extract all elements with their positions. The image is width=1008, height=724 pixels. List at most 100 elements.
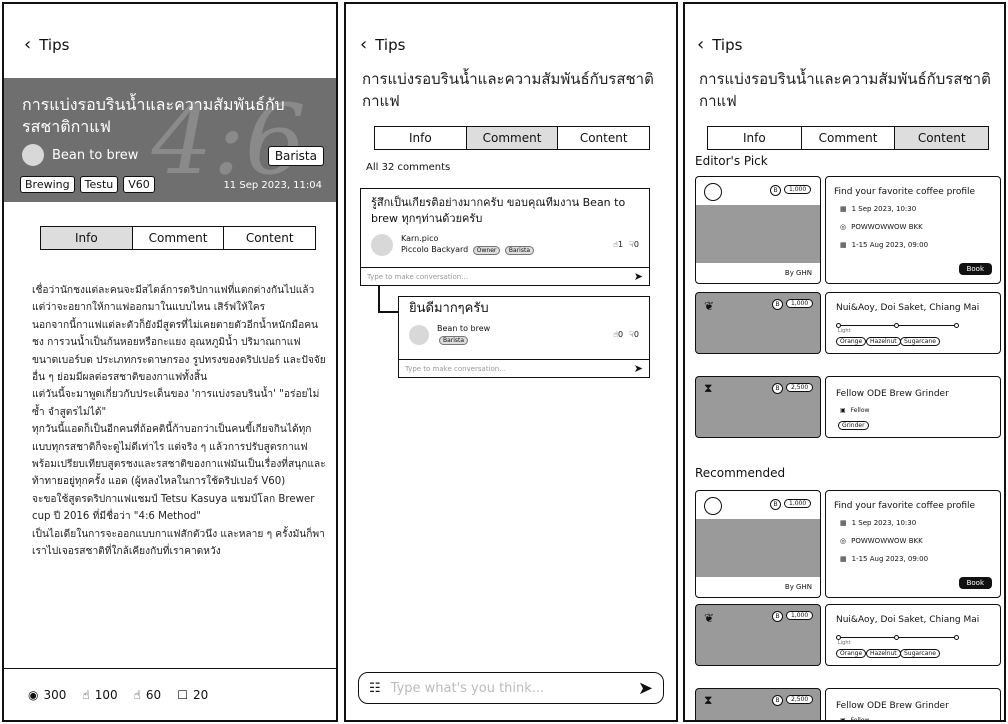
tab-info[interactable]: Info	[708, 127, 802, 149]
comment-reply-input[interactable]: Type to make conversation... ➤	[361, 267, 649, 285]
price-badge: 2,500	[786, 695, 814, 704]
grinder-image-card[interactable]: ⧗ B 2,500	[695, 688, 821, 720]
reply-author: Bean to brew Barista	[437, 323, 490, 346]
event-detail-card[interactable]: Find your favorite coffee profile ▦ 1 Sep…	[825, 176, 1001, 284]
tab-info[interactable]: Info	[375, 127, 467, 149]
coffee-bean-icon: ❦	[704, 611, 715, 625]
price-badge: 1,000	[786, 299, 814, 308]
event-image-card[interactable]: B 1,000 By GHN	[695, 490, 821, 598]
event-place-row: ◎ POWWOWWOW BKK	[840, 537, 923, 545]
grinder-title: Fellow ODE Brew Grinder	[836, 701, 949, 711]
bean-image-card[interactable]: ❦ B 1,000	[695, 292, 821, 354]
circle-icon	[704, 497, 722, 515]
article-paragraph: ทุกวันนี้แอดก็เป็นอีกคนที่ถ้อคตินี้ก้าบอ…	[32, 424, 326, 488]
back-button[interactable]: ‹ Tips	[360, 34, 406, 55]
circle-icon	[704, 183, 722, 201]
tag-chip[interactable]: V60	[123, 176, 155, 193]
roast-dot	[954, 635, 959, 640]
tab-comment[interactable]: Comment	[133, 227, 225, 249]
event-image	[696, 205, 820, 263]
eye-icon: ◉	[28, 687, 39, 702]
comment-like-button[interactable]: ☝1	[613, 240, 623, 249]
tag-chip[interactable]: Brewing	[20, 176, 75, 193]
tab-content[interactable]: Content	[224, 227, 315, 249]
grinder-icon: ⧗	[704, 693, 713, 707]
back-button[interactable]: ‹ Tips	[697, 34, 742, 55]
article-content-screen: ‹ Tips การแบ่งรอบรินน้ำและความสัมพันธ์กั…	[683, 2, 1006, 722]
tab-info[interactable]: Info	[41, 227, 133, 249]
save-button[interactable]: ☐ 20	[177, 688, 208, 702]
tag-list: Brewing Testu V60	[20, 176, 155, 193]
author-row[interactable]: Bean to brew	[22, 144, 138, 166]
calendar-icon: ▦	[840, 205, 847, 213]
dislike-button[interactable]: ☝ 60	[134, 688, 162, 702]
commenter-shop: Piccolo Backyard Owner Barista	[401, 244, 535, 256]
reply-placeholder: Type to make conversation...	[405, 364, 506, 373]
grinder-detail-card[interactable]: Fellow ODE Brew Grinder ▣ Fellow	[825, 688, 1001, 722]
currency-icon: B	[772, 611, 783, 622]
send-icon[interactable]: ➤	[638, 678, 653, 699]
chevron-left-icon: ‹	[360, 34, 368, 55]
chevron-left-icon: ‹	[24, 34, 32, 55]
tab-bar: Info Comment Content	[40, 226, 316, 250]
event-period-row: ▦ 1-15 Aug 2023, 09:00	[840, 555, 928, 563]
reply-input[interactable]: Type to make conversation... ➤	[399, 359, 649, 377]
tab-content[interactable]: Content	[558, 127, 649, 149]
article-title: การแบ่งรอบรินน้ำและความสัมพันธ์กับรสชาติ…	[699, 70, 991, 110]
roast-dot	[894, 323, 899, 328]
bean-detail-card[interactable]: Nui&Aoy, Doi Saket, Chiang Mai Light Ora…	[825, 604, 1001, 666]
grinder-brand-row: ▣ Fellow	[840, 407, 869, 414]
grinder-image-card[interactable]: ⧗ B 2,500	[695, 376, 821, 438]
reply-like-button[interactable]: ☝0	[613, 330, 623, 339]
comment-input[interactable]: ☷ Type what's you think... ➤	[358, 672, 664, 704]
comment-dislike-count: 0	[633, 240, 639, 249]
thumbs-up-icon: ☝	[82, 687, 90, 702]
avatar	[22, 144, 44, 166]
comment-author: Karn.pico Piccolo Backyard Owner Barista	[401, 233, 535, 256]
grinder-detail-card[interactable]: Fellow ODE Brew Grinder ▣ Fellow Grinder	[825, 376, 1001, 438]
grinder-icon: ⧗	[704, 381, 713, 395]
article-stats-bar: ◉ 300 ☝ 100 ☝ 60 ☐ 20	[4, 668, 336, 720]
role-badge: Barista	[267, 146, 324, 166]
comment-count: All 32 comments	[366, 162, 451, 173]
shop-name: Piccolo Backyard	[401, 245, 469, 254]
tab-comment[interactable]: Comment	[466, 127, 559, 149]
calendar-icon: ▦	[840, 519, 847, 527]
tag-chip[interactable]: Testu	[79, 176, 119, 193]
tab-comment[interactable]: Comment	[802, 127, 896, 149]
barista-badge: Barista	[439, 336, 469, 345]
flavor-note: Hazelnut	[866, 337, 901, 346]
article-body: เชื่อว่านักชงแต่ละคนจะมีสไตล์การดริปกาแฟ…	[32, 282, 326, 561]
send-icon[interactable]: ➤	[634, 362, 643, 375]
reply-placeholder: Type to make conversation...	[367, 272, 468, 281]
book-button[interactable]: Book	[958, 577, 992, 589]
bean-detail-card[interactable]: Nui&Aoy, Doi Saket, Chiang Mai Light Ora…	[825, 292, 1001, 354]
reply-dislike-button[interactable]: ☟0	[629, 330, 639, 339]
flavor-note: Orange	[836, 337, 867, 346]
bean-image-card[interactable]: ❦ B 1,000	[695, 604, 821, 666]
event-organizer: By GHN	[784, 269, 812, 277]
reply-author-row: Bean to brew Barista ☝0 ☟0	[399, 323, 649, 346]
chevron-left-icon: ‹	[697, 34, 705, 55]
event-period-row: ▦ 1-15 Aug 2023, 09:00	[840, 241, 928, 249]
like-button[interactable]: ☝ 100	[82, 688, 117, 702]
send-icon[interactable]: ➤	[634, 270, 643, 283]
event-image-card[interactable]: B 1,000 By GHN	[695, 176, 821, 284]
location-pin-icon: ◎	[840, 537, 847, 545]
comment-author-row: Karn.pico Piccolo Backyard Owner Barista…	[361, 233, 649, 256]
owner-badge: Owner	[472, 246, 501, 255]
price-badge: 2,500	[786, 383, 814, 392]
event-date: 1 Sep 2023, 10:30	[851, 205, 917, 213]
bean-title: Nui&Aoy, Doi Saket, Chiang Mai	[836, 615, 980, 625]
views-count: 300	[43, 687, 67, 702]
tab-content[interactable]: Content	[895, 127, 989, 149]
back-label: Tips	[375, 36, 406, 54]
event-detail-card[interactable]: Find your favorite coffee profile ▦ 1 Sep…	[825, 490, 1001, 598]
book-button[interactable]: Book	[958, 263, 992, 275]
price-badge: 1,000	[784, 499, 812, 508]
store-icon: ▣	[840, 717, 846, 722]
back-button[interactable]: ‹ Tips	[24, 34, 69, 55]
reply-author-name: Bean to brew	[437, 324, 491, 333]
comment-dislike-button[interactable]: ☟0	[629, 240, 639, 249]
event-organizer: By GHN	[784, 583, 812, 591]
